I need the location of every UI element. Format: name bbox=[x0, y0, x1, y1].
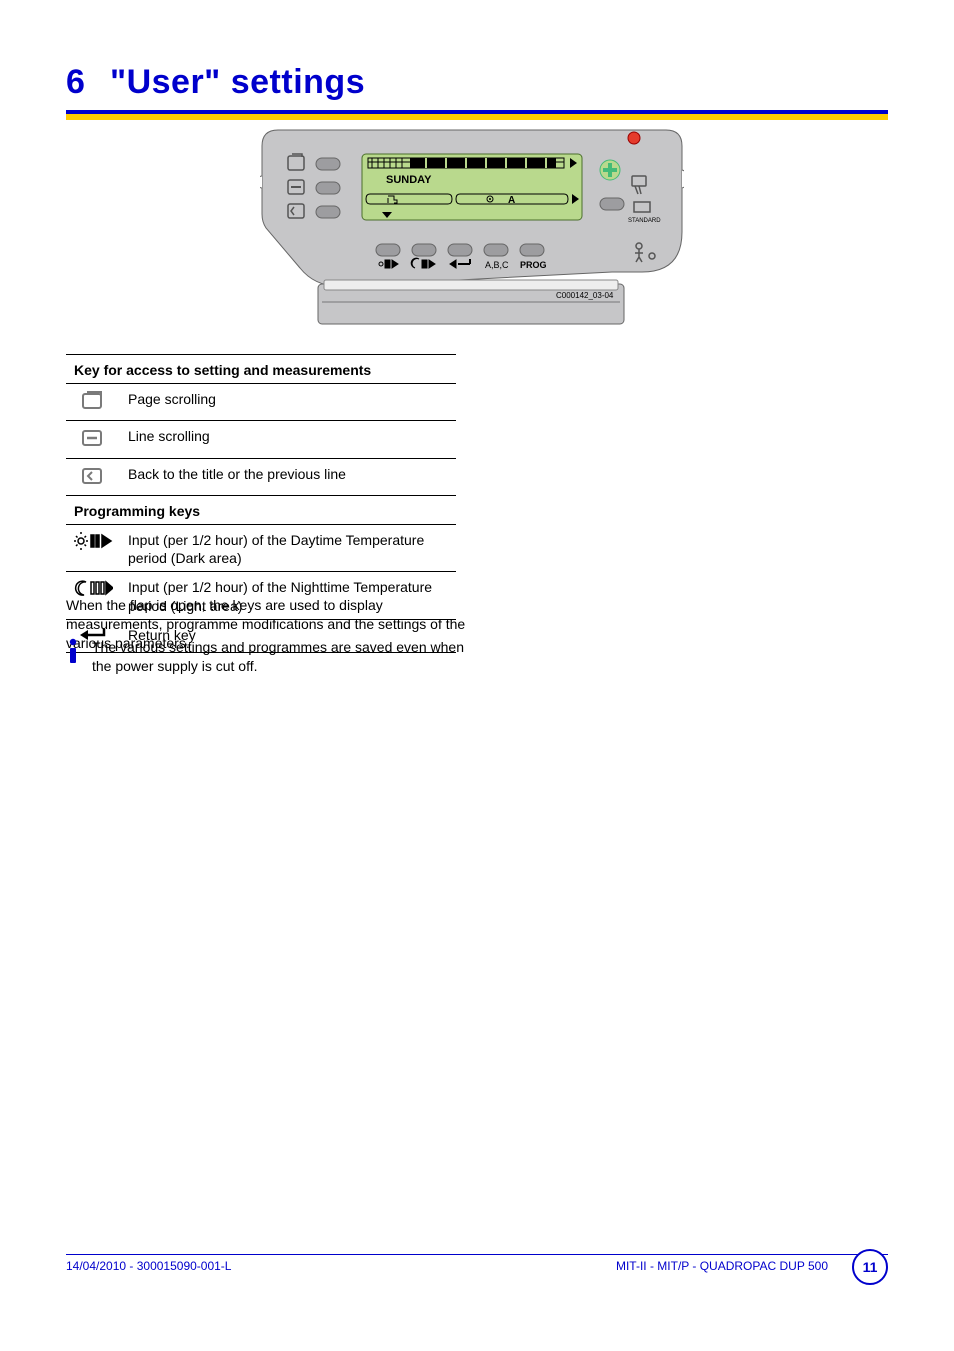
key-ОН: Line scrolling bbox=[120, 421, 456, 458]
key-desc: Page scrolling bbox=[120, 384, 456, 421]
key-desc: Input (per 1/2 hour) of the Daytime Temp… bbox=[120, 524, 456, 571]
table-row: Back to the title or the previous line bbox=[66, 458, 456, 495]
line-scroll-icon bbox=[66, 421, 120, 458]
footer-left: 14/04/2010 - 300015090-001-L bbox=[66, 1259, 231, 1273]
chapter-number: 6 bbox=[66, 63, 100, 102]
svg-text:PROG: PROG bbox=[520, 260, 547, 270]
page: 6 "User" settings bbox=[0, 0, 954, 1351]
info-icon bbox=[66, 638, 80, 664]
key-desc: Back to the title or the previous line bbox=[120, 458, 456, 495]
device-figure: SUNDAY A bbox=[260, 128, 684, 328]
lcd-panel: SUNDAY A bbox=[362, 154, 582, 220]
table-row: Page scrolling bbox=[66, 384, 456, 421]
info-text: The various settings and programmes are … bbox=[92, 638, 466, 676]
footer-right: MIT-II - MIT/P - QUADROPAC DUP 500 bbox=[616, 1259, 828, 1273]
svg-text:A,B,C: A,B,C bbox=[485, 260, 509, 270]
heading-rule-yellow bbox=[66, 114, 888, 120]
svg-text:A: A bbox=[508, 195, 515, 206]
svg-text:STANDARD: STANDARD bbox=[628, 218, 661, 224]
table-row: Line scrolling bbox=[66, 421, 456, 458]
chapter-heading: 6 "User" settings bbox=[66, 63, 888, 120]
page-scroll-icon bbox=[66, 384, 120, 421]
table-row: Input (per 1/2 hour) of the Daytime Temp… bbox=[66, 524, 456, 571]
chapter-title: 6 "User" settings bbox=[66, 63, 888, 102]
page-footer: 14/04/2010 - 300015090-001-L MIT-II - MI… bbox=[66, 1254, 888, 1273]
key-table-header-1: Key for access to setting and measuremen… bbox=[66, 355, 456, 384]
display-day-text: SUNDAY bbox=[386, 174, 432, 186]
key-table-header-2: Programming keys bbox=[66, 495, 456, 524]
back-title-icon bbox=[66, 458, 120, 495]
info-note: The various settings and programmes are … bbox=[66, 638, 466, 676]
footer-rule bbox=[66, 1254, 888, 1255]
page-number: 11 bbox=[852, 1249, 888, 1285]
figure-caption: C000142_03-04 bbox=[556, 291, 614, 300]
chapter-title-text: "User" settings bbox=[110, 63, 365, 101]
day-temp-icon bbox=[66, 524, 120, 571]
